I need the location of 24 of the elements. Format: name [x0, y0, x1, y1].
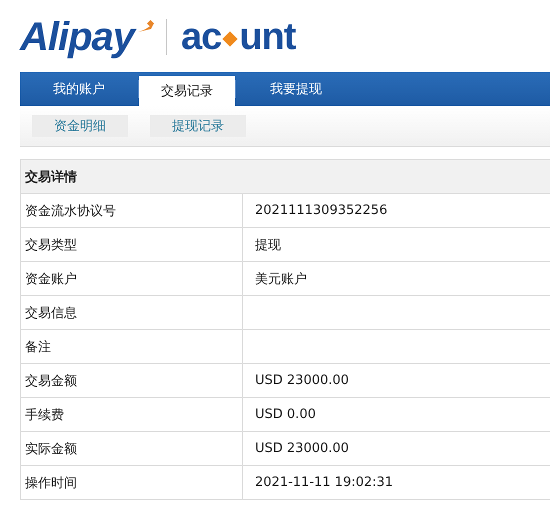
brand-logo: Alipay — [20, 14, 134, 60]
subnav-button[interactable]: 提现记录 — [150, 115, 246, 137]
field-label: 手续费 — [21, 398, 243, 431]
field-label: 操作时间 — [21, 466, 243, 499]
field-label: 备注 — [21, 330, 243, 363]
field-value: 2021-11-11 19:02:31 — [255, 475, 394, 490]
nav-tab[interactable]: 我要提现 — [236, 72, 356, 106]
field-label: 实际金额 — [21, 432, 243, 465]
subnav-button[interactable]: 资金明细 — [32, 115, 128, 137]
field-label: 资金账户 — [21, 262, 243, 295]
field-value: USD 0.00 — [255, 407, 316, 422]
field-value: 美元账户 — [255, 270, 307, 288]
field-value: 提现 — [255, 236, 281, 254]
field-label: 交易信息 — [21, 296, 243, 329]
field-value: USD 23000.00 — [255, 373, 349, 388]
field-label: 资金流水协议号 — [21, 194, 243, 227]
nav-tab[interactable]: 我的账户 — [20, 72, 138, 106]
nav-tab[interactable]: 交易记录 — [139, 76, 235, 106]
product-logo: ac unt — [181, 16, 296, 58]
field-value: USD 23000.00 — [255, 441, 349, 456]
field-label: 交易金额 — [21, 364, 243, 397]
field-value: 2021111309352256 — [255, 203, 388, 218]
table-header: 交易详情 — [20, 160, 550, 194]
field-label: 交易类型 — [21, 228, 243, 261]
